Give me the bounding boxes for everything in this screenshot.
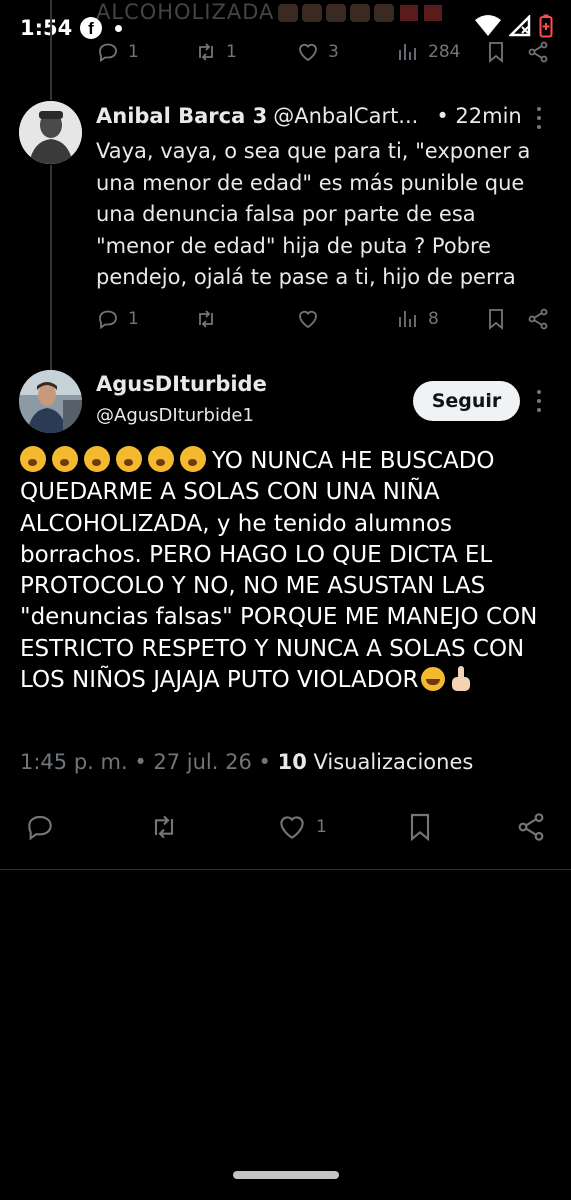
retweet-button[interactable]	[148, 811, 180, 843]
reply-count: 1	[128, 309, 139, 329]
share-button[interactable]	[515, 811, 547, 843]
views-label: Visualizaciones	[306, 750, 474, 774]
heart-icon	[299, 43, 317, 62]
follow-button[interactable]: Seguir	[413, 381, 520, 421]
tweet-text: YO NUNCA HE BUSCADO QUEDARME A SOLAS CON…	[20, 446, 555, 696]
share-icon	[518, 813, 544, 841]
author-handle[interactable]: @AnbalCart...	[273, 104, 418, 128]
facebook-icon: f	[80, 17, 102, 39]
middle-finger-icon	[451, 666, 471, 692]
tweet-time: • 22min	[436, 104, 522, 128]
views-count: 10	[277, 750, 307, 774]
thread-line	[50, 165, 52, 370]
more-options-icon[interactable]	[536, 107, 542, 129]
tweet-text-content: YO NUNCA HE BUSCADO QUEDARME A SOLAS CON…	[20, 448, 538, 694]
previous-tweet-text-fragment: ALCOHOLIZADA	[96, 0, 443, 24]
retweet-icon	[199, 310, 213, 328]
views-button[interactable]: 284	[396, 40, 460, 64]
tweet-actions: 1	[24, 811, 554, 843]
battery-low-icon	[539, 14, 553, 38]
bookmark-button[interactable]	[484, 40, 508, 64]
views-icon	[399, 44, 416, 60]
views-icon	[399, 311, 416, 327]
like-count: 3	[328, 42, 339, 62]
reply-icon	[99, 310, 117, 330]
views-button[interactable]: 8	[396, 307, 439, 331]
reply-button[interactable]	[24, 811, 56, 843]
like-count: 1	[316, 817, 327, 837]
dot-icon	[115, 25, 122, 32]
retweet-button[interactable]: 1	[194, 40, 237, 64]
like-button[interactable]: 3	[296, 40, 339, 64]
rolling-laughing-icon	[420, 667, 445, 692]
reply-button[interactable]: 1	[96, 40, 139, 64]
reply-icon	[28, 815, 52, 841]
bookmark-icon	[489, 42, 503, 63]
retweet-button[interactable]	[194, 307, 218, 331]
wifi-icon	[475, 15, 501, 36]
bookmark-button[interactable]	[404, 811, 436, 843]
share-icon	[528, 308, 548, 330]
like-button[interactable]: 1	[276, 811, 327, 843]
author-handle[interactable]: @AgusDIturbide1	[96, 405, 254, 426]
avatar[interactable]	[19, 370, 82, 433]
share-button[interactable]	[526, 40, 550, 64]
home-indicator[interactable]	[233, 1171, 339, 1179]
bookmark-icon	[489, 309, 503, 330]
divider	[0, 869, 571, 870]
avatar[interactable]	[19, 101, 82, 164]
heart-icon	[299, 310, 317, 329]
reply-header: Anibal Barca 3 @AnbalCart... • 22min	[96, 104, 526, 128]
author-name[interactable]: AgusDIturbide	[96, 372, 267, 396]
retweet-icon	[199, 43, 213, 61]
top-tweet-actions: 1 1 3 284	[96, 40, 551, 68]
reply-button[interactable]: 1	[96, 307, 139, 331]
views-count: 8	[428, 309, 439, 329]
reply-count: 1	[128, 42, 139, 62]
tweet-meta: 1:45 p. m. • 27 jul. 26 • 10 Visualizaci…	[20, 750, 473, 774]
avatar-photo	[19, 370, 82, 433]
like-button[interactable]	[296, 307, 320, 331]
reply-icon	[99, 43, 117, 63]
author-name[interactable]: Anibal Barca 3	[96, 104, 267, 128]
tweet-timestamp: 1:45 p. m. • 27 jul. 26 •	[20, 750, 278, 774]
avatar-photo	[19, 101, 82, 164]
thread-line	[50, 0, 52, 100]
more-options-icon[interactable]	[536, 390, 542, 412]
share-icon	[528, 41, 548, 63]
yawning-face-icon	[20, 446, 212, 474]
retweet-count: 1	[226, 42, 237, 62]
no-signal-icon	[509, 15, 531, 37]
bookmark-button[interactable]	[484, 307, 508, 331]
status-time: 1:54	[20, 16, 73, 40]
retweet-icon	[154, 815, 174, 839]
heart-icon	[280, 816, 304, 839]
bookmark-icon	[410, 813, 430, 842]
reply-text: Vaya, vaya, o sea que para ti, "exponer …	[96, 139, 531, 289]
reply-actions: 1 8	[96, 307, 551, 335]
views-count: 284	[428, 42, 461, 62]
share-button[interactable]	[526, 307, 550, 331]
